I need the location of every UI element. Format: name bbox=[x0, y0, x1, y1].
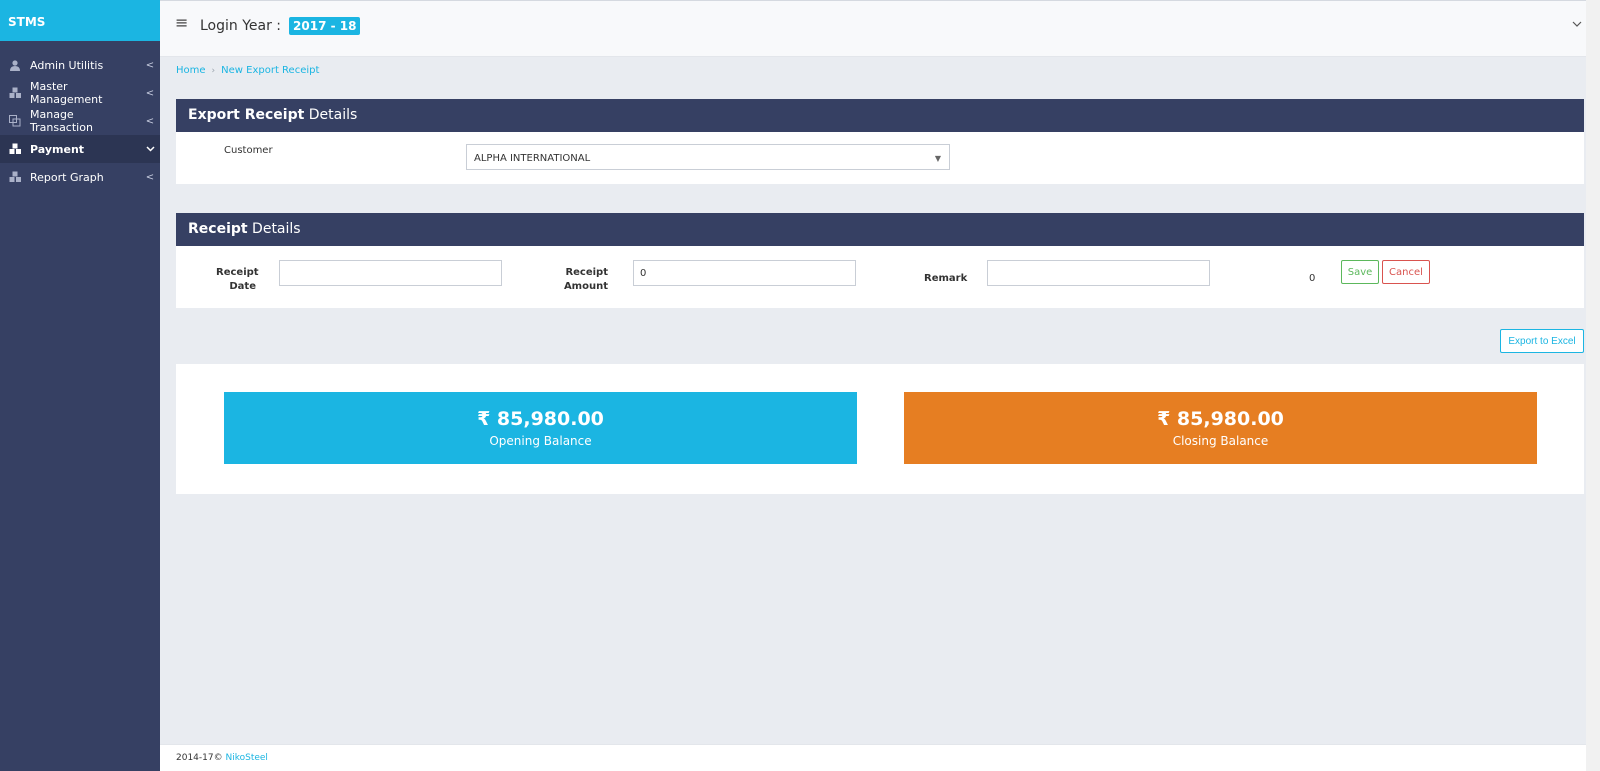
sidebar-item-label: Manage Transaction bbox=[30, 108, 93, 134]
panel-title: Export Receipt Details bbox=[176, 99, 1584, 132]
year-badge[interactable]: 2017 - 18 bbox=[289, 17, 361, 35]
dropdown-arrow-icon: ▼ bbox=[934, 154, 941, 163]
receipt-date-label-line1: Receipt bbox=[216, 267, 259, 278]
sidebar-item-payment[interactable]: Payment bbox=[0, 135, 160, 163]
sidebar-item-report-graph[interactable]: Report Graph < bbox=[0, 163, 160, 191]
chevron-down-icon[interactable] bbox=[1572, 17, 1582, 30]
chevron-left-icon: < bbox=[145, 59, 155, 71]
panel-title: Receipt Details bbox=[176, 213, 1584, 246]
footer: 2014-17© NikoSteel bbox=[160, 744, 1600, 771]
sidebar-menu: Admin Utilitis < Master Management < Man… bbox=[0, 51, 160, 191]
breadcrumb-separator-icon: › bbox=[211, 65, 216, 76]
closing-balance-value: ₹ 85,980.00 bbox=[1157, 408, 1284, 430]
receipt-details-panel: Receipt Details Receipt Date Receipt Amo… bbox=[176, 213, 1584, 308]
sidebar: STMS Admin Utilitis < Master Management … bbox=[0, 0, 160, 771]
vertical-scrollbar[interactable] bbox=[1586, 0, 1600, 771]
receipt-amount-label-line1: Receipt bbox=[565, 267, 608, 278]
login-year: Login Year : 2017 - 18 bbox=[200, 17, 361, 35]
panel-title-rest: Details bbox=[304, 107, 358, 123]
receipt-amount-label: Receipt Amount bbox=[560, 266, 608, 294]
receipt-date-input[interactable] bbox=[279, 260, 502, 286]
export-receipt-panel: Export Receipt Details Customer ALPHA IN… bbox=[176, 99, 1584, 184]
footer-company-link[interactable]: NikoSteel bbox=[225, 753, 267, 763]
receipt-counter: 0 bbox=[1309, 273, 1316, 284]
breadcrumb-home[interactable]: Home bbox=[176, 65, 206, 76]
remark-input[interactable] bbox=[987, 260, 1210, 286]
receipt-amount-input[interactable] bbox=[633, 260, 856, 286]
export-to-excel-button[interactable]: Export to Excel bbox=[1500, 329, 1584, 353]
sidebar-item-manage-transaction[interactable]: Manage Transaction < bbox=[0, 107, 160, 135]
brand-logo[interactable]: STMS bbox=[0, 0, 160, 41]
sidebar-item-label: Admin Utilitis bbox=[30, 58, 104, 72]
cubes-icon bbox=[8, 86, 22, 100]
sidebar-item-label: Report Graph bbox=[30, 170, 104, 184]
panel-title-bold: Export Receipt bbox=[188, 107, 305, 123]
balances-panel: ₹ 85,980.00 Opening Balance ₹ 85,980.00 … bbox=[176, 364, 1584, 494]
opening-balance-label: Opening Balance bbox=[489, 434, 592, 448]
panel-title-rest: Details bbox=[247, 221, 301, 237]
copy-icon bbox=[8, 114, 22, 128]
receipt-date-label: Receipt Date bbox=[216, 266, 259, 294]
cancel-button[interactable]: Cancel bbox=[1382, 260, 1430, 284]
closing-balance-card: ₹ 85,980.00 Closing Balance bbox=[904, 392, 1537, 464]
chevron-left-icon: < bbox=[145, 171, 155, 183]
receipt-date-label-line2: Date bbox=[229, 281, 256, 292]
cubes-icon bbox=[8, 142, 22, 156]
sidebar-item-label: Payment bbox=[30, 142, 85, 156]
chevron-left-icon: < bbox=[145, 115, 155, 127]
customer-select[interactable]: ALPHA INTERNATIONAL ▼ bbox=[466, 144, 950, 170]
user-icon bbox=[8, 58, 22, 72]
chevron-down-icon bbox=[140, 144, 160, 155]
breadcrumb: Home › New Export Receipt bbox=[176, 65, 319, 76]
sidebar-item-master-management[interactable]: Master Management < bbox=[0, 79, 160, 107]
breadcrumb-current[interactable]: New Export Receipt bbox=[221, 65, 319, 76]
sidebar-item-admin-utilitis[interactable]: Admin Utilitis < bbox=[0, 51, 160, 79]
login-year-label: Login Year : bbox=[200, 18, 282, 34]
chevron-left-icon: < bbox=[145, 87, 155, 99]
cubes-icon bbox=[8, 170, 22, 184]
topbar: ≡ Login Year : 2017 - 18 bbox=[160, 0, 1600, 57]
hamburger-menu-icon[interactable]: ≡ bbox=[175, 13, 188, 32]
receipt-amount-label-line2: Amount bbox=[563, 281, 608, 292]
customer-select-value: ALPHA INTERNATIONAL bbox=[474, 153, 591, 164]
save-button[interactable]: Save bbox=[1341, 260, 1379, 284]
panel-title-bold: Receipt bbox=[188, 221, 248, 237]
sidebar-item-label: Master Management bbox=[30, 80, 103, 106]
remark-label: Remark bbox=[924, 273, 968, 284]
opening-balance-value: ₹ 85,980.00 bbox=[477, 408, 604, 430]
opening-balance-card: ₹ 85,980.00 Opening Balance bbox=[224, 392, 857, 464]
customer-label: Customer bbox=[224, 145, 273, 156]
footer-copyright: 2014-17© bbox=[176, 753, 223, 763]
closing-balance-label: Closing Balance bbox=[1172, 434, 1269, 448]
